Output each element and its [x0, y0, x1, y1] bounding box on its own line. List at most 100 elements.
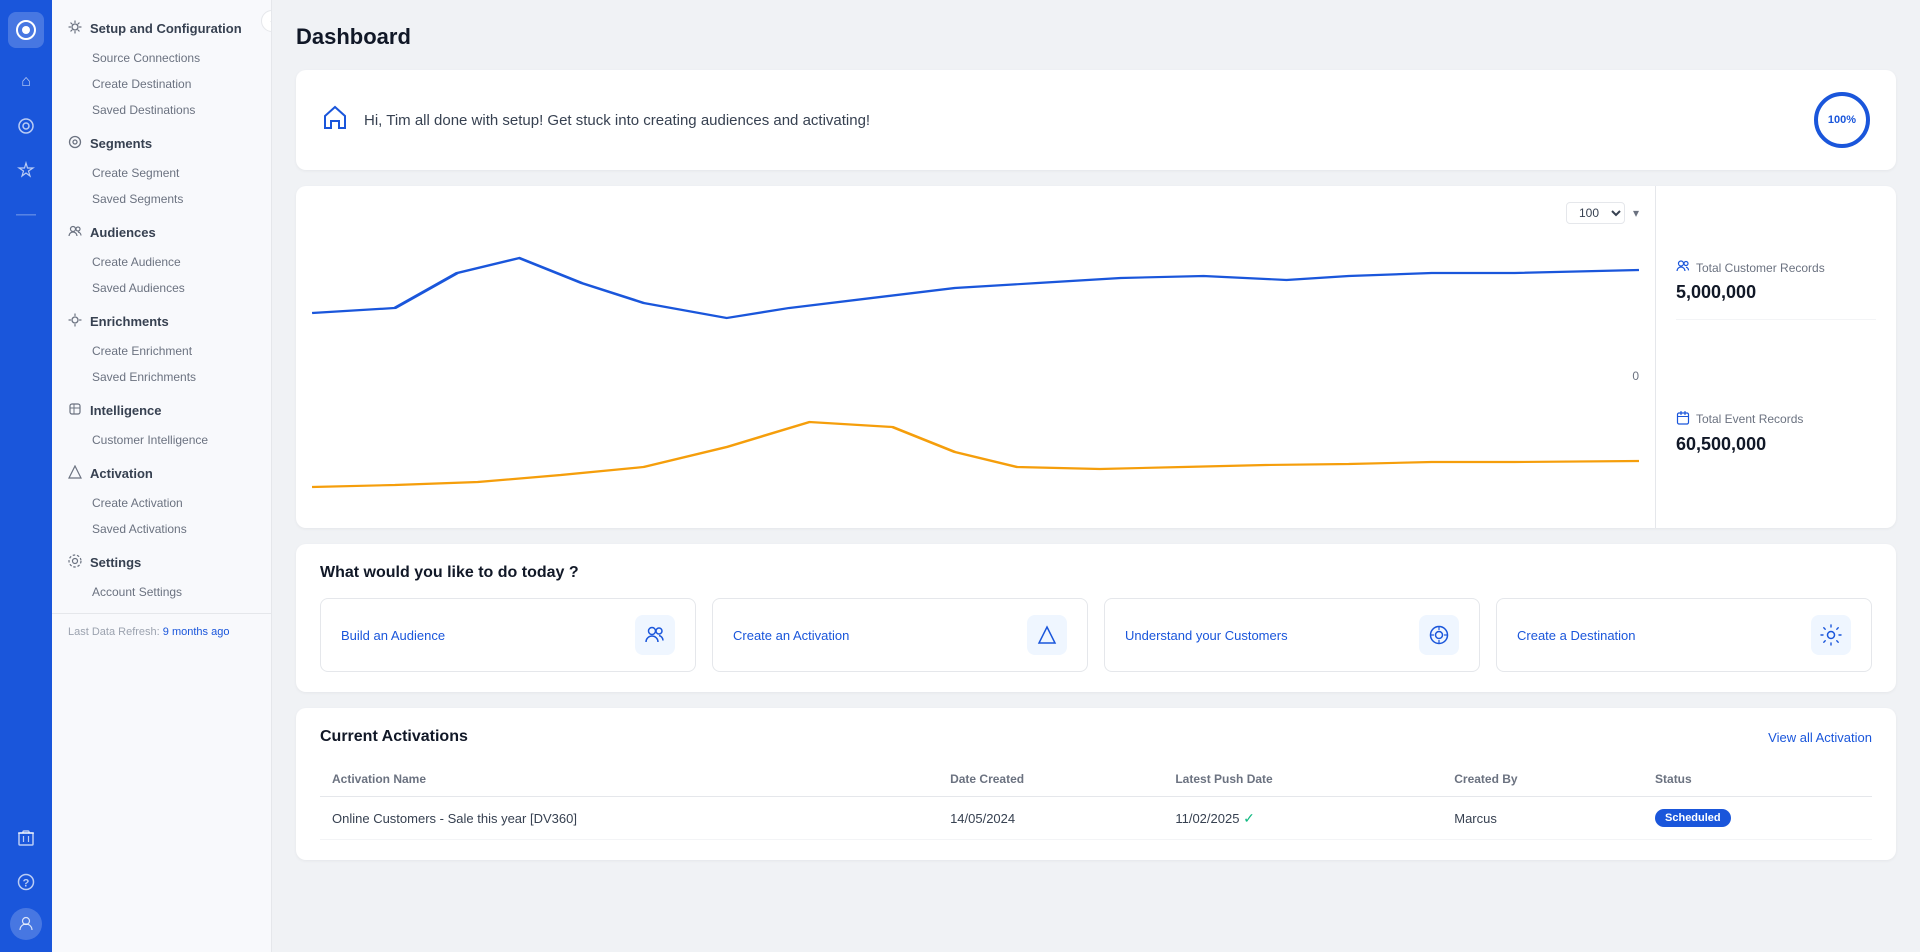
table-row: Online Customers - Sale this year [DV360… — [320, 797, 1872, 840]
enrichments-section-label: Enrichments — [90, 314, 169, 329]
create-activation-label: Create an Activation — [733, 628, 849, 643]
sidebar-item-create-activation[interactable]: Create Activation — [52, 490, 271, 516]
sidebar-item-create-audience[interactable]: Create Audience — [52, 249, 271, 275]
trash-nav-icon[interactable] — [8, 820, 44, 856]
setup-section-label: Setup and Configuration — [90, 21, 242, 36]
svg-text:?: ? — [23, 878, 30, 890]
intelligence-icon — [68, 402, 82, 419]
intelligence-section-label: Intelligence — [90, 403, 162, 418]
nav-section-audiences: Audiences Create Audience Saved Audience… — [52, 216, 271, 301]
nav-section-enrichments-header[interactable]: Enrichments — [52, 305, 271, 338]
user-avatar[interactable] — [10, 908, 42, 940]
sidebar-item-saved-segments[interactable]: Saved Segments — [52, 186, 271, 212]
nav-section-intelligence: Intelligence Customer Intelligence — [52, 394, 271, 453]
enrichments-icon — [68, 313, 82, 330]
chart-stats: Total Customer Records 5,000,000 Total E… — [1656, 186, 1896, 528]
charts-section: 100 50 200 ▾ 0 — [296, 186, 1896, 528]
top-chart — [312, 228, 1639, 353]
eye-nav-icon[interactable] — [8, 108, 44, 144]
understand-customers-card[interactable]: Understand your Customers — [1104, 598, 1480, 672]
build-audience-label: Build an Audience — [341, 628, 445, 643]
created-by-cell: Marcus — [1442, 797, 1643, 840]
sidebar-item-source-connections[interactable]: Source Connections — [52, 45, 271, 71]
understand-customers-icon — [1419, 615, 1459, 655]
audiences-icon — [68, 224, 82, 241]
create-destination-card[interactable]: Create a Destination — [1496, 598, 1872, 672]
nav-section-segments: Segments Create Segment Saved Segments — [52, 127, 271, 212]
nav-section-setup-header[interactable]: Setup and Configuration — [52, 12, 271, 45]
sidebar-item-saved-enrichments[interactable]: Saved Enrichments — [52, 364, 271, 390]
create-destination-label: Create a Destination — [1517, 628, 1636, 643]
welcome-left: Hi, Tim all done with setup! Get stuck i… — [320, 102, 870, 139]
nav-section-enrichments: Enrichments Create Enrichment Saved Enri… — [52, 305, 271, 390]
star-nav-icon[interactable] — [8, 152, 44, 188]
push-check-icon: ✓ — [1243, 810, 1255, 826]
status-badge: Scheduled — [1655, 809, 1731, 827]
sidebar-item-create-enrichment[interactable]: Create Enrichment — [52, 338, 271, 364]
activation-section-label: Activation — [90, 466, 153, 481]
view-all-activations-link[interactable]: View all Activation — [1768, 730, 1872, 745]
audiences-section-label: Audiences — [90, 225, 156, 240]
last-refresh-info: Last Data Refresh: 9 months ago — [52, 613, 271, 650]
create-destination-icon — [1811, 615, 1851, 655]
sidebar-item-customer-intelligence[interactable]: Customer Intelligence — [52, 427, 271, 453]
sidebar-item-account-settings[interactable]: Account Settings — [52, 579, 271, 605]
progress-label: 100% — [1828, 114, 1856, 126]
welcome-card: Hi, Tim all done with setup! Get stuck i… — [296, 70, 1896, 170]
nav-section-setup: Setup and Configuration Source Connectio… — [52, 12, 271, 123]
col-latest-push: Latest Push Date — [1163, 762, 1442, 797]
what-todo-title: What would you like to do today ? — [320, 564, 1872, 582]
settings-section-label: Settings — [90, 555, 141, 570]
action-cards: Build an Audience Create an Activation U… — [320, 598, 1872, 672]
customer-records-value: 5,000,000 — [1676, 282, 1876, 303]
nav-section-settings-header[interactable]: Settings — [52, 546, 271, 579]
progress-ring-container: 100% — [1812, 90, 1872, 150]
activation-icon — [68, 465, 82, 482]
main-content: Dashboard Hi, Tim all done with setup! G… — [272, 0, 1920, 952]
nav-section-intelligence-header[interactable]: Intelligence — [52, 394, 271, 427]
activations-table: Activation Name Date Created Latest Push… — [320, 762, 1872, 840]
nav-sidebar: ‹ Setup and Configuration Source Connect… — [52, 0, 272, 952]
help-nav-icon[interactable]: ? — [8, 864, 44, 900]
home-nav-icon[interactable]: ⌂ — [8, 64, 44, 100]
sidebar-item-create-segment[interactable]: Create Segment — [52, 160, 271, 186]
sidebar-item-saved-activations[interactable]: Saved Activations — [52, 516, 271, 542]
date-created-cell: 14/05/2024 — [938, 797, 1163, 840]
col-status: Status — [1643, 762, 1872, 797]
top-chart-header: 100 50 200 ▾ — [312, 202, 1639, 224]
nav-section-audiences-header[interactable]: Audiences — [52, 216, 271, 249]
bottom-chart-header: 0 — [312, 369, 1639, 383]
bottom-chart — [312, 387, 1639, 512]
understand-customers-label: Understand your Customers — [1125, 628, 1288, 643]
sidebar-item-saved-destinations[interactable]: Saved Destinations — [52, 97, 271, 123]
sidebar-item-saved-audiences[interactable]: Saved Audiences — [52, 275, 271, 301]
app-logo[interactable] — [8, 12, 44, 48]
icon-sidebar: ⌂ — ? — [0, 0, 52, 952]
activation-name-cell: Online Customers - Sale this year [DV360… — [320, 797, 938, 840]
welcome-message: Hi, Tim all done with setup! Get stuck i… — [364, 112, 870, 129]
col-created-by: Created By — [1442, 762, 1643, 797]
last-refresh-link[interactable]: 9 months ago — [163, 626, 230, 638]
customer-records-label: Total Customer Records — [1696, 261, 1825, 275]
event-records-icon — [1676, 411, 1690, 428]
event-records-value: 60,500,000 — [1676, 434, 1876, 455]
nav-section-activation-header[interactable]: Activation — [52, 457, 271, 490]
build-audience-card[interactable]: Build an Audience — [320, 598, 696, 672]
segments-icon — [68, 135, 82, 152]
chart-area: 100 50 200 ▾ 0 — [296, 186, 1656, 528]
stat-customer-records: Total Customer Records 5,000,000 — [1676, 243, 1876, 320]
activations-section: Current Activations View all Activation … — [296, 708, 1896, 860]
sidebar-item-create-destination[interactable]: Create Destination — [52, 71, 271, 97]
welcome-home-icon — [320, 102, 350, 139]
chart-dropdown-arrow: ▾ — [1633, 206, 1639, 220]
nav-section-activation: Activation Create Activation Saved Activ… — [52, 457, 271, 542]
nav-section-segments-header[interactable]: Segments — [52, 127, 271, 160]
create-activation-card[interactable]: Create an Activation — [712, 598, 1088, 672]
setup-icon — [68, 20, 82, 37]
settings-icon — [68, 554, 82, 571]
stat-event-records: Total Event Records 60,500,000 — [1676, 395, 1876, 471]
customer-records-icon — [1676, 259, 1690, 276]
chart-range-dropdown[interactable]: 100 50 200 — [1566, 202, 1625, 224]
event-records-label: Total Event Records — [1696, 412, 1803, 426]
activations-title: Current Activations — [320, 728, 468, 746]
